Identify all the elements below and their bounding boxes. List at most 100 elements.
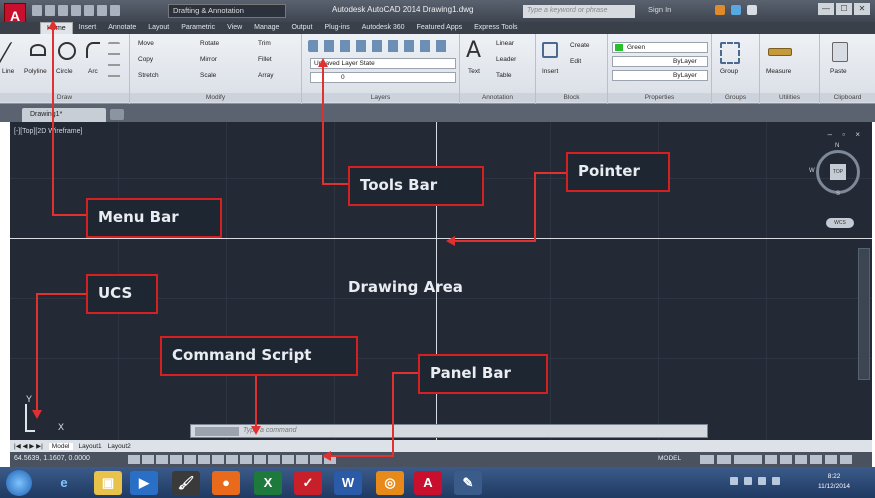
group-tool[interactable]: Group <box>720 68 738 75</box>
new-file-tab-icon[interactable] <box>110 109 124 120</box>
workspace-switching-icon[interactable] <box>780 455 792 464</box>
annotation-visibility-icon[interactable] <box>765 455 777 464</box>
layer-tools-icons[interactable] <box>308 40 448 52</box>
panel-utilities-title[interactable]: Utilities <box>760 93 819 102</box>
grid-toggle[interactable] <box>156 455 168 464</box>
taskbar-firefox-icon[interactable]: ● <box>212 471 240 495</box>
taskbar-media-icon[interactable]: ▶ <box>130 471 158 495</box>
model-space-button[interactable]: MODEL <box>658 455 681 462</box>
panel-clipboard-title[interactable]: Clipboard <box>820 93 875 102</box>
undo-icon[interactable] <box>97 5 107 16</box>
qp-toggle[interactable] <box>296 455 308 464</box>
lineweight-dropdown[interactable]: ByLayer <box>612 70 708 81</box>
viewport-controls-label[interactable]: [-][Top][2D Wireframe] <box>14 128 82 135</box>
tab-manage[interactable]: Manage <box>248 22 285 34</box>
color-dropdown[interactable]: Green <box>612 42 708 53</box>
polar-toggle[interactable] <box>184 455 196 464</box>
command-line[interactable]: Type a command <box>190 424 708 438</box>
panel-block-title[interactable]: Block <box>536 93 607 102</box>
insert-tool[interactable]: Insert <box>542 68 558 75</box>
layout-nav-arrows[interactable]: |◀ ◀ ▶ ▶| <box>14 442 43 450</box>
tab-view[interactable]: View <box>221 22 248 34</box>
osnap-toggle[interactable] <box>198 455 210 464</box>
dyn-toggle[interactable] <box>254 455 266 464</box>
mirror-tool[interactable]: Mirror <box>200 56 217 63</box>
tab-express-tools[interactable]: Express Tools <box>468 22 523 34</box>
taskbar-app-icon[interactable]: ◎ <box>376 471 404 495</box>
panel-modify-title[interactable]: Modify <box>130 93 301 102</box>
isolate-objects-icon[interactable] <box>825 455 837 464</box>
lock-icon[interactable] <box>795 455 807 464</box>
viewcube[interactable]: TOP N S W <box>809 143 860 197</box>
text-tool[interactable]: Text <box>468 68 480 75</box>
print-icon[interactable] <box>84 5 94 16</box>
battery-icon[interactable] <box>772 477 780 485</box>
3dosnap-toggle[interactable] <box>212 455 224 464</box>
annotation-scale-icon[interactable] <box>734 455 762 464</box>
lwt-toggle[interactable] <box>268 455 280 464</box>
clean-screen-icon[interactable] <box>840 455 852 464</box>
panel-layers-title[interactable]: Layers <box>302 93 459 102</box>
tab-layout1[interactable]: Layout1 <box>79 443 102 450</box>
circle-tool[interactable]: Circle <box>56 68 73 75</box>
taskbar-ie-icon[interactable]: e <box>50 471 78 495</box>
layer-state-dropdown[interactable]: Unsaved Layer State <box>310 58 456 69</box>
taskbar-explorer-icon[interactable]: ▣ <box>94 471 122 495</box>
system-clock[interactable]: 8:22 11/12/2014 <box>818 472 850 492</box>
help-icon[interactable] <box>747 5 757 15</box>
polyline-icon[interactable] <box>30 44 46 56</box>
sign-in-button[interactable]: Sign In <box>648 5 671 14</box>
move-tool[interactable]: Move <box>138 40 154 47</box>
rotate-tool[interactable]: Rotate <box>200 40 219 47</box>
insert-block-icon[interactable] <box>542 42 558 58</box>
quick-view-drawings-icon[interactable] <box>717 455 731 464</box>
save-icon[interactable] <box>58 5 68 16</box>
tab-output[interactable]: Output <box>285 22 318 34</box>
save-as-icon[interactable] <box>71 5 81 16</box>
quick-view-layouts-icon[interactable] <box>700 455 714 464</box>
tab-insert[interactable]: Insert <box>73 22 103 34</box>
tab-layout2[interactable]: Layout2 <box>108 443 131 450</box>
layer-dropdown[interactable]: 0 <box>310 72 456 83</box>
table-tool[interactable]: Table <box>496 72 512 79</box>
leader-tool[interactable]: Leader <box>496 56 516 63</box>
viewcube-top-face[interactable]: TOP <box>830 164 846 180</box>
panel-groups-title[interactable]: Groups <box>712 93 759 102</box>
wcs-menu[interactable]: WCS <box>826 218 854 228</box>
command-line-icons[interactable] <box>195 427 239 436</box>
panel-annotation-title[interactable]: Annotation <box>460 93 535 102</box>
paste-tool[interactable]: Paste <box>830 68 847 75</box>
taskbar-autocad-icon[interactable]: A <box>414 471 442 495</box>
exchange-icon[interactable] <box>715 5 725 15</box>
hardware-acceleration-icon[interactable] <box>810 455 822 464</box>
compass-north[interactable]: N <box>835 143 839 149</box>
flag-icon[interactable] <box>730 477 738 485</box>
paste-icon[interactable] <box>832 42 848 62</box>
sc-toggle[interactable] <box>310 455 322 464</box>
open-icon[interactable] <box>45 5 55 16</box>
stay-connected-icon[interactable] <box>731 5 741 15</box>
minimize-button[interactable]: — <box>818 3 834 15</box>
polyline-tool[interactable]: Polyline <box>24 68 47 75</box>
network-icon[interactable] <box>744 477 752 485</box>
new-icon[interactable] <box>32 5 42 16</box>
trim-tool[interactable]: Trim <box>258 40 271 47</box>
array-tool[interactable]: Array <box>258 72 274 79</box>
file-tab-drawing1[interactable]: Drawing1* <box>22 108 106 122</box>
taskbar-reader-icon[interactable]: ✓ <box>294 471 322 495</box>
viewport-window-controls[interactable]: – ▫ × <box>828 130 864 139</box>
navigation-bar[interactable] <box>858 248 870 380</box>
scale-tool[interactable]: Scale <box>200 72 216 79</box>
compass-west[interactable]: W <box>809 168 815 174</box>
panel-draw-title[interactable]: Draw <box>0 93 129 102</box>
linear-dimension-tool[interactable]: Linear <box>496 40 514 47</box>
stretch-tool[interactable]: Stretch <box>138 72 159 79</box>
workspace-selector[interactable]: Drafting & Annotation <box>168 4 286 18</box>
draw-more-icon[interactable] <box>108 42 120 78</box>
fillet-tool[interactable]: Fillet <box>258 56 272 63</box>
text-icon[interactable]: A <box>466 40 486 62</box>
start-button-icon[interactable] <box>6 470 32 496</box>
tab-parametric[interactable]: Parametric <box>175 22 221 34</box>
group-icon[interactable] <box>720 42 740 64</box>
compass-south[interactable]: S <box>836 191 840 197</box>
